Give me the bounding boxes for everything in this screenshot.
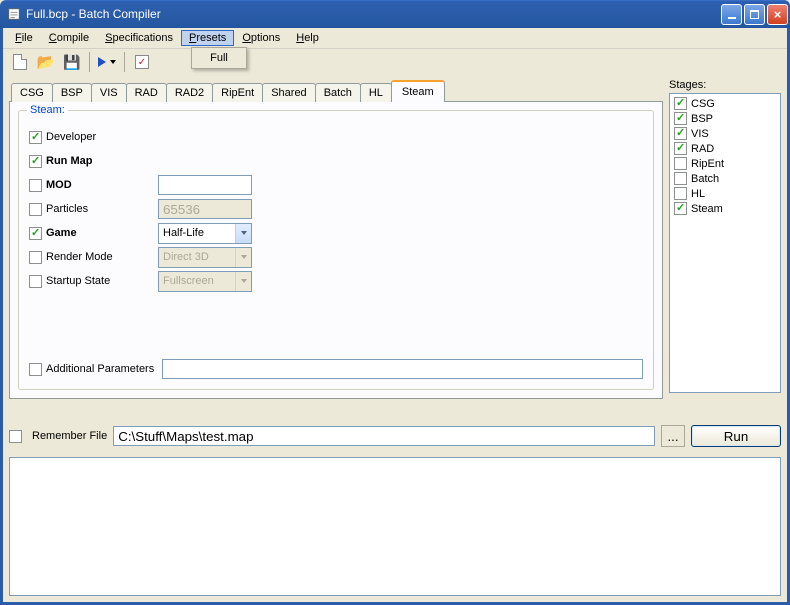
new-icon <box>13 54 27 70</box>
particles-input <box>158 199 252 219</box>
run-map-checkbox[interactable] <box>29 155 42 168</box>
preset-item-full[interactable]: Full <box>192 48 246 68</box>
render-mode-value: Direct 3D <box>159 251 235 263</box>
toolbar-separator <box>124 52 125 72</box>
menu-help[interactable]: Help <box>288 30 327 46</box>
startup-state-select: Fullscreen <box>158 271 252 292</box>
stage-csg-checkbox[interactable] <box>674 97 687 110</box>
tab-csg[interactable]: CSG <box>11 83 53 102</box>
game-select-value: Half-Life <box>159 227 235 239</box>
stage-bsp-checkbox[interactable] <box>674 112 687 125</box>
stage-label: RipEnt <box>691 158 724 170</box>
particles-checkbox[interactable] <box>29 203 42 216</box>
chevron-down-icon <box>110 60 116 64</box>
menu-compile[interactable]: Compile <box>41 30 97 46</box>
tabs: CSG BSP VIS RAD RAD2 RipEnt Shared Batch… <box>9 79 663 101</box>
startup-state-label: Startup State <box>46 275 158 287</box>
game-select[interactable]: Half-Life <box>158 223 252 244</box>
startup-state-checkbox[interactable] <box>29 275 42 288</box>
maximize-button[interactable] <box>744 4 765 25</box>
tab-shared[interactable]: Shared <box>262 83 315 102</box>
developer-label: Developer <box>46 131 158 143</box>
run-map-label: Run Map <box>46 155 158 167</box>
stage-ripent-checkbox[interactable] <box>674 157 687 170</box>
stage-rad-checkbox[interactable] <box>674 142 687 155</box>
stage-label: VIS <box>691 128 709 140</box>
menu-bar: File Compile Specifications Presets Opti… <box>3 28 787 49</box>
mod-input[interactable] <box>158 175 252 195</box>
chevron-down-icon <box>235 224 251 243</box>
menu-specifications[interactable]: Specifications <box>97 30 181 46</box>
output-panel <box>9 457 781 596</box>
particles-label: Particles <box>46 203 158 215</box>
tab-steam[interactable]: Steam <box>391 80 445 102</box>
mod-checkbox[interactable] <box>29 179 42 192</box>
tab-batch[interactable]: Batch <box>315 83 361 102</box>
steam-group: Steam: Developer Run Map MOD <box>18 110 654 390</box>
stage-label: BSP <box>691 113 713 125</box>
tab-content: Steam: Developer Run Map MOD <box>9 101 663 399</box>
game-checkbox[interactable] <box>29 227 42 240</box>
stage-label: RAD <box>691 143 714 155</box>
stage-label: Steam <box>691 203 723 215</box>
remember-file-checkbox[interactable] <box>9 430 22 443</box>
group-title: Steam: <box>27 104 68 116</box>
open-button[interactable]: 📂 <box>35 51 57 73</box>
menu-file[interactable]: File <box>7 30 41 46</box>
startup-state-value: Fullscreen <box>159 275 235 287</box>
minimize-button[interactable] <box>721 4 742 25</box>
menu-options[interactable]: Options <box>234 30 288 46</box>
render-mode-label: Render Mode <box>46 251 158 263</box>
presets-dropdown: Full <box>191 47 247 69</box>
chevron-down-icon <box>235 272 251 291</box>
play-icon <box>98 57 106 67</box>
run-button[interactable]: Run <box>691 425 781 447</box>
app-icon <box>6 6 22 22</box>
render-mode-select: Direct 3D <box>158 247 252 268</box>
stages-title: Stages: <box>669 79 781 91</box>
toolbar-separator <box>89 52 90 72</box>
options-icon <box>135 55 149 69</box>
file-path-input[interactable] <box>113 426 655 446</box>
render-mode-checkbox[interactable] <box>29 251 42 264</box>
stages-list: CSG BSP VIS RAD RipEnt Batch HL Steam <box>669 93 781 393</box>
remember-file-label: Remember File <box>32 430 107 442</box>
additional-params-input[interactable] <box>162 359 643 379</box>
additional-params-checkbox[interactable] <box>29 363 42 376</box>
options-button[interactable] <box>131 51 153 73</box>
tab-rad2[interactable]: RAD2 <box>166 83 213 102</box>
mod-label: MOD <box>46 179 158 191</box>
stage-vis-checkbox[interactable] <box>674 127 687 140</box>
stage-batch-checkbox[interactable] <box>674 172 687 185</box>
stage-label: HL <box>691 188 705 200</box>
run-dropdown-button[interactable] <box>96 51 118 73</box>
tab-vis[interactable]: VIS <box>91 83 127 102</box>
tab-bsp[interactable]: BSP <box>52 83 92 102</box>
toolbar: 📂 💾 Full <box>3 49 787 75</box>
stages-panel: Stages: CSG BSP VIS RAD RipEnt Batch HL … <box>669 79 781 399</box>
stage-label: Batch <box>691 173 719 185</box>
new-button[interactable] <box>9 51 31 73</box>
save-button[interactable]: 💾 <box>61 51 83 73</box>
close-button[interactable]: × <box>767 4 788 25</box>
open-icon: 📂 <box>37 53 56 71</box>
run-row: Remember File ... Run <box>9 425 781 447</box>
browse-button[interactable]: ... <box>661 425 685 447</box>
additional-params-label: Additional Parameters <box>46 363 154 375</box>
tab-rad[interactable]: RAD <box>126 83 167 102</box>
stage-label: CSG <box>691 98 715 110</box>
title-bar: Full.bcp - Batch Compiler × <box>0 0 790 28</box>
game-label: Game <box>46 227 158 239</box>
stage-steam-checkbox[interactable] <box>674 202 687 215</box>
developer-checkbox[interactable] <box>29 131 42 144</box>
tab-ripent[interactable]: RipEnt <box>212 83 263 102</box>
tab-hl[interactable]: HL <box>360 83 392 102</box>
chevron-down-icon <box>235 248 251 267</box>
menu-presets[interactable]: Presets <box>181 30 234 46</box>
save-icon: 💾 <box>63 54 80 71</box>
stage-hl-checkbox[interactable] <box>674 187 687 200</box>
window-title: Full.bcp - Batch Compiler <box>26 7 721 21</box>
